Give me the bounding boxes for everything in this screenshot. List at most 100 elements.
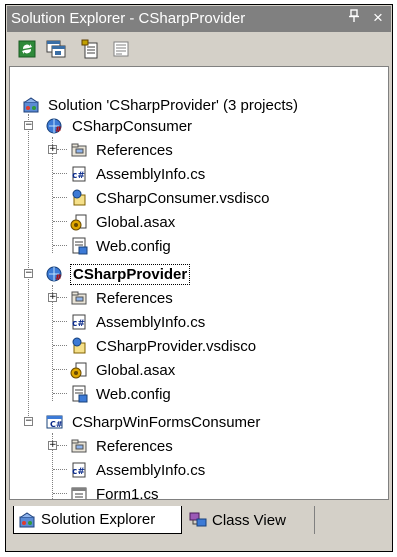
- tree-connector: [53, 345, 67, 346]
- csharp-web-project-icon: #: [46, 118, 62, 134]
- tree-node-references[interactable]: References: [70, 138, 175, 162]
- item-label: Web.config: [96, 237, 171, 255]
- item-label: Global.asax: [96, 361, 176, 379]
- item-label: References: [96, 141, 173, 159]
- tree-node-references[interactable]: References: [70, 434, 175, 458]
- tree-connector: [57, 149, 67, 150]
- item-label: AssemblyInfo.cs: [96, 313, 206, 331]
- csharp-file-icon: c#: [72, 314, 86, 330]
- tree-node-project-selected[interactable]: # CSharpProvider: [46, 262, 191, 286]
- form-file-icon: [71, 487, 87, 499]
- project-label: CSharpProvider: [70, 263, 191, 285]
- properties-icon: [81, 39, 98, 59]
- show-all-files-icon: [46, 40, 66, 58]
- window-title: Solution Explorer - CSharpProvider: [11, 10, 246, 27]
- tree-node-file[interactable]: Form1.cs: [70, 482, 161, 500]
- tree-connector: [53, 173, 67, 174]
- expand-toggle[interactable]: +: [48, 441, 57, 450]
- svg-text:C#: C#: [50, 420, 63, 429]
- item-label: Global.asax: [96, 213, 176, 231]
- tree-connector: [57, 445, 67, 446]
- tab-label: Class View: [212, 511, 286, 529]
- config-file-icon: [72, 385, 88, 403]
- tool-window-frame: Solution Explorer - CSharpProvider × Sol…: [5, 4, 393, 552]
- tab-label: Solution Explorer: [41, 511, 156, 528]
- solution-tree[interactable]: Solution 'CSharpProvider' (3 projects) −…: [9, 66, 389, 500]
- references-folder-icon: [71, 439, 87, 453]
- tree-node-file[interactable]: Web.config: [70, 382, 173, 406]
- tree-node-file[interactable]: Global.asax: [70, 210, 177, 234]
- tree-connector: [53, 197, 67, 198]
- show-all-files-button[interactable]: [45, 38, 67, 60]
- tree-connector: [52, 137, 53, 253]
- config-file-icon: [72, 237, 88, 255]
- solution-icon: [19, 511, 35, 527]
- item-label: Form1.cs: [96, 485, 159, 500]
- item-label: CSharpProvider.vsdisco: [96, 337, 257, 355]
- properties-button[interactable]: [79, 38, 101, 60]
- collapse-toggle[interactable]: −: [24, 269, 33, 278]
- tree-connector: [53, 493, 67, 494]
- tree-connector: [53, 469, 67, 470]
- tree-node-file[interactable]: CSharpProvider.vsdisco: [70, 334, 258, 358]
- tree-connector: [53, 221, 67, 222]
- tab-strip: Solution Explorer Class View: [7, 500, 391, 551]
- expand-toggle[interactable]: +: [48, 293, 57, 302]
- tree-node-project[interactable]: C# CSharpWinFormsConsumer: [46, 410, 262, 434]
- project-label: CSharpWinFormsConsumer: [72, 413, 261, 431]
- solution-label: Solution 'CSharpProvider' (3 projects): [48, 96, 299, 114]
- project-label: CSharpConsumer: [72, 117, 193, 135]
- tree-node-file[interactable]: Web.config: [70, 234, 173, 258]
- collapse-toggle[interactable]: −: [24, 121, 33, 130]
- expand-toggle[interactable]: +: [48, 145, 57, 154]
- svg-text:#: #: [55, 273, 62, 282]
- item-label: CSharpConsumer.vsdisco: [96, 189, 270, 207]
- view-code-button[interactable]: [110, 38, 132, 60]
- tree-node-file[interactable]: c# AssemblyInfo.cs: [70, 162, 207, 186]
- tree-connector: [52, 285, 53, 401]
- toolbar: [7, 33, 391, 65]
- solution-explorer-window: Solution Explorer - CSharpProvider × Sol…: [0, 0, 397, 557]
- tree-connector: [53, 369, 67, 370]
- discovery-file-icon: [72, 189, 86, 206]
- csharp-winforms-project-icon: C#: [46, 415, 63, 429]
- item-label: References: [96, 289, 173, 307]
- tree-connector: [57, 297, 67, 298]
- tree-node-project[interactable]: # CSharpConsumer: [46, 114, 194, 138]
- tree-node-file[interactable]: Global.asax: [70, 358, 177, 382]
- refresh-icon: [18, 40, 36, 58]
- global-asax-icon: [70, 362, 87, 379]
- svg-text:c#: c#: [72, 171, 85, 181]
- tree-node-references[interactable]: References: [70, 286, 175, 310]
- references-folder-icon: [71, 291, 87, 305]
- class-view-icon: [189, 512, 207, 527]
- tree-node-file[interactable]: c# AssemblyInfo.cs: [70, 458, 207, 482]
- title-bar[interactable]: Solution Explorer - CSharpProvider ×: [7, 6, 391, 32]
- csharp-web-project-icon: #: [46, 266, 62, 282]
- tree-connector: [53, 321, 67, 322]
- item-label: References: [96, 437, 173, 455]
- refresh-button[interactable]: [16, 38, 38, 60]
- tab-class-view[interactable]: Class View: [185, 506, 315, 534]
- solution-icon: [23, 97, 39, 113]
- tree-connector: [28, 114, 29, 416]
- collapse-toggle[interactable]: −: [24, 417, 33, 426]
- references-folder-icon: [71, 143, 87, 157]
- item-label: AssemblyInfo.cs: [96, 165, 206, 183]
- tree-node-file[interactable]: CSharpConsumer.vsdisco: [70, 186, 271, 210]
- tab-solution-explorer[interactable]: Solution Explorer: [13, 506, 182, 534]
- svg-text:#: #: [55, 125, 62, 134]
- item-label: AssemblyInfo.cs: [96, 461, 206, 479]
- tree-connector: [53, 393, 67, 394]
- csharp-file-icon: c#: [72, 462, 86, 478]
- tree-node-file[interactable]: c# AssemblyInfo.cs: [70, 310, 207, 334]
- item-label: Web.config: [96, 385, 171, 403]
- close-icon[interactable]: ×: [369, 9, 387, 27]
- csharp-file-icon: c#: [72, 166, 86, 182]
- pin-icon[interactable]: [345, 9, 363, 27]
- global-asax-icon: [70, 214, 87, 231]
- svg-text:c#: c#: [72, 319, 85, 329]
- view-code-icon: [113, 41, 129, 57]
- discovery-file-icon: [72, 337, 86, 354]
- tree-connector: [53, 245, 67, 246]
